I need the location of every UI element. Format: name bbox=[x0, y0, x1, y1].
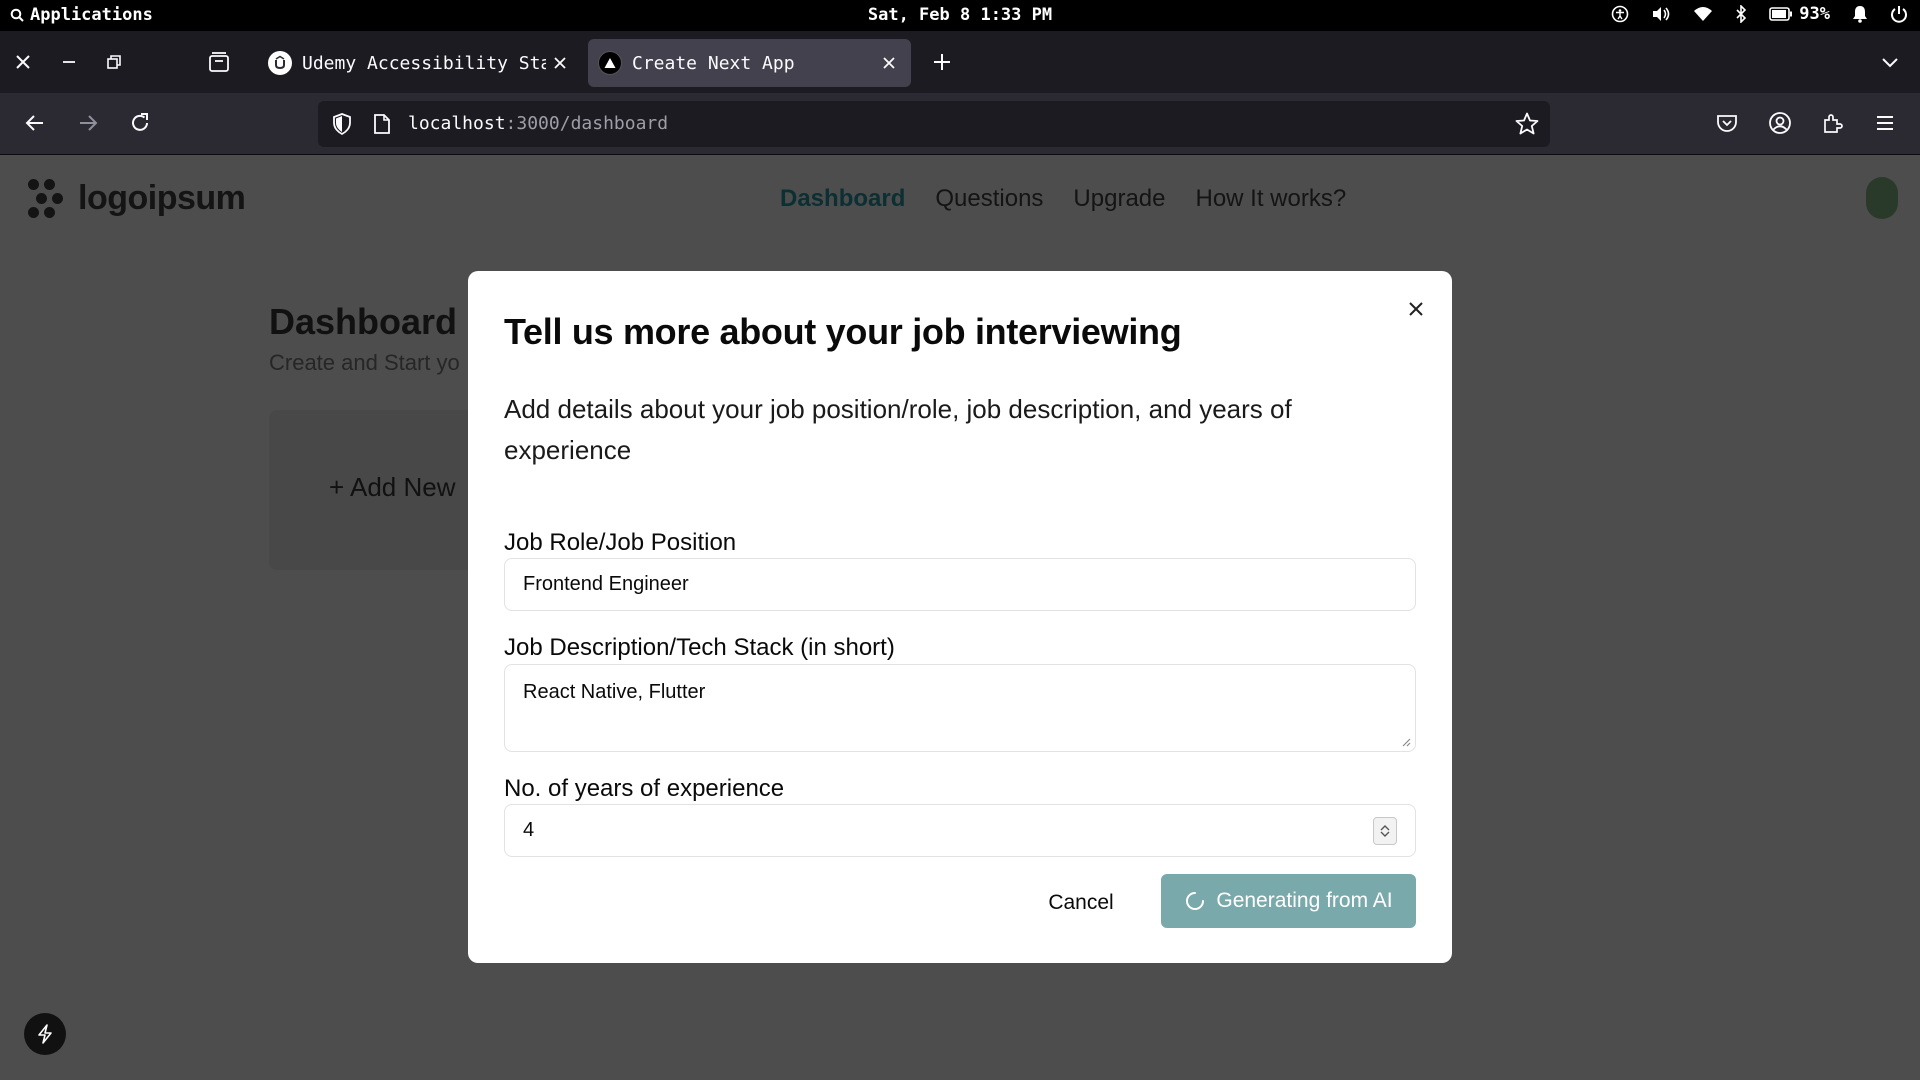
reload-icon bbox=[132, 113, 148, 131]
years-experience-label: No. of years of experience bbox=[504, 775, 785, 802]
dialog-title: Tell us more about your job interviewing bbox=[504, 311, 1182, 352]
tab-tray-icon bbox=[209, 52, 229, 72]
applications-menu[interactable]: Applications bbox=[10, 5, 153, 25]
site-logo[interactable]: logoipsum bbox=[22, 175, 246, 221]
page-icon[interactable] bbox=[372, 113, 392, 135]
user-avatar[interactable] bbox=[1866, 177, 1898, 219]
resize-grip-icon[interactable] bbox=[1401, 737, 1411, 747]
generate-button[interactable]: Generating from AI bbox=[1161, 874, 1416, 928]
url-path: :3000/dashboard bbox=[505, 113, 669, 134]
account-button[interactable] bbox=[1762, 105, 1798, 141]
nav-item-upgrade[interactable]: Upgrade bbox=[1073, 185, 1165, 213]
nav-item-how-it-works[interactable]: How It works? bbox=[1195, 185, 1346, 213]
forward-button[interactable] bbox=[70, 105, 106, 141]
wifi-icon[interactable] bbox=[1693, 6, 1713, 22]
years-experience-input[interactable]: 4 bbox=[504, 804, 1416, 857]
close-icon bbox=[554, 57, 566, 69]
back-button[interactable] bbox=[17, 105, 53, 141]
logo-icon bbox=[28, 179, 63, 218]
add-new-label: + Add New bbox=[329, 472, 456, 502]
number-stepper[interactable] bbox=[1373, 817, 1397, 845]
plus-icon bbox=[934, 54, 950, 70]
tab-create-next-app[interactable]: Create Next App bbox=[588, 39, 911, 87]
main-nav: Dashboard Questions Upgrade How It works… bbox=[780, 185, 1346, 213]
job-description-label: Job Description/Tech Stack (in short) bbox=[504, 634, 895, 661]
close-icon bbox=[1409, 302, 1423, 316]
job-description-value: React Native, Flutter bbox=[523, 681, 706, 703]
account-icon bbox=[1769, 112, 1791, 134]
generate-button-label: Generating from AI bbox=[1216, 889, 1393, 912]
logo-text: logoipsum bbox=[78, 178, 246, 217]
udemy-icon bbox=[268, 51, 292, 75]
search-icon bbox=[10, 8, 24, 22]
dev-tools-button[interactable] bbox=[24, 1013, 66, 1055]
tab-udemy[interactable]: Udemy Accessibility Sta bbox=[258, 39, 574, 87]
lightning-icon bbox=[38, 1024, 52, 1044]
restore-window-icon[interactable] bbox=[100, 49, 126, 75]
minimize-window-icon[interactable] bbox=[56, 49, 82, 75]
os-top-bar: Applications Sat, Feb 8 1:33 PM 93% bbox=[0, 0, 1920, 31]
accessibility-icon[interactable] bbox=[1611, 5, 1629, 23]
stepper-down-icon[interactable] bbox=[1380, 831, 1390, 838]
dialog-description: Add details about your job position/role… bbox=[504, 394, 1292, 465]
nav-item-dashboard[interactable]: Dashboard bbox=[780, 185, 905, 213]
close-tab-button[interactable] bbox=[875, 49, 903, 77]
volume-icon[interactable] bbox=[1651, 5, 1671, 23]
cancel-button[interactable]: Cancel bbox=[1026, 876, 1136, 929]
job-description-textarea[interactable]: React Native, Flutter bbox=[504, 664, 1416, 752]
loading-spinner-icon bbox=[1186, 892, 1205, 910]
arrow-right-icon bbox=[80, 115, 98, 131]
applications-label: Applications bbox=[30, 5, 153, 25]
new-tab-button[interactable] bbox=[928, 31, 956, 93]
power-icon[interactable] bbox=[1890, 5, 1908, 23]
app-menu-button[interactable] bbox=[1867, 105, 1903, 141]
browser-nav-bar: localhost:3000/dashboard bbox=[0, 93, 1920, 155]
tab-title: Create Next App bbox=[632, 52, 795, 74]
star-icon[interactable] bbox=[1514, 111, 1540, 137]
url-text[interactable]: localhost:3000/dashboard bbox=[408, 113, 668, 134]
pocket-button[interactable] bbox=[1709, 105, 1745, 141]
close-tab-button[interactable] bbox=[546, 49, 574, 77]
bluetooth-icon[interactable] bbox=[1735, 5, 1747, 23]
nav-item-questions[interactable]: Questions bbox=[935, 185, 1043, 213]
shield-icon[interactable] bbox=[330, 112, 354, 136]
interview-details-dialog: Tell us more about your job interviewing… bbox=[468, 271, 1452, 963]
close-dialog-button[interactable] bbox=[1400, 293, 1432, 325]
hamburger-menu-icon bbox=[1877, 116, 1893, 130]
bell-icon[interactable] bbox=[1852, 5, 1868, 23]
battery-percent: 93% bbox=[1799, 4, 1830, 24]
chevron-down-icon bbox=[1882, 58, 1898, 68]
arrow-left-icon bbox=[25, 115, 43, 131]
page-title: Dashboard bbox=[269, 301, 458, 342]
list-all-tabs-button[interactable] bbox=[1876, 31, 1904, 93]
job-role-input[interactable] bbox=[504, 558, 1416, 611]
extensions-button[interactable] bbox=[1815, 105, 1851, 141]
browser-tab-strip: Udemy Accessibility Sta Create Next App bbox=[0, 31, 1920, 93]
puzzle-icon bbox=[1824, 114, 1843, 133]
address-bar[interactable]: localhost:3000/dashboard bbox=[318, 101, 1550, 147]
tab-title: Udemy Accessibility Sta bbox=[302, 52, 546, 74]
battery-status[interactable]: 93% bbox=[1769, 4, 1830, 24]
tab-overview-button[interactable] bbox=[205, 31, 233, 93]
job-role-label: Job Role/Job Position bbox=[504, 529, 737, 556]
page-subtitle: Create and Start yo bbox=[269, 350, 460, 375]
reload-button[interactable] bbox=[122, 105, 158, 141]
pocket-icon bbox=[1717, 115, 1737, 132]
battery-icon bbox=[1769, 7, 1793, 21]
window-controls bbox=[10, 31, 126, 93]
years-experience-value: 4 bbox=[523, 819, 535, 841]
nextjs-icon bbox=[598, 51, 622, 75]
close-window-icon[interactable] bbox=[10, 49, 36, 75]
system-tray: 93% bbox=[1611, 4, 1908, 24]
url-host: localhost bbox=[408, 113, 506, 134]
stepper-up-icon[interactable] bbox=[1380, 824, 1390, 831]
close-icon bbox=[883, 57, 895, 69]
